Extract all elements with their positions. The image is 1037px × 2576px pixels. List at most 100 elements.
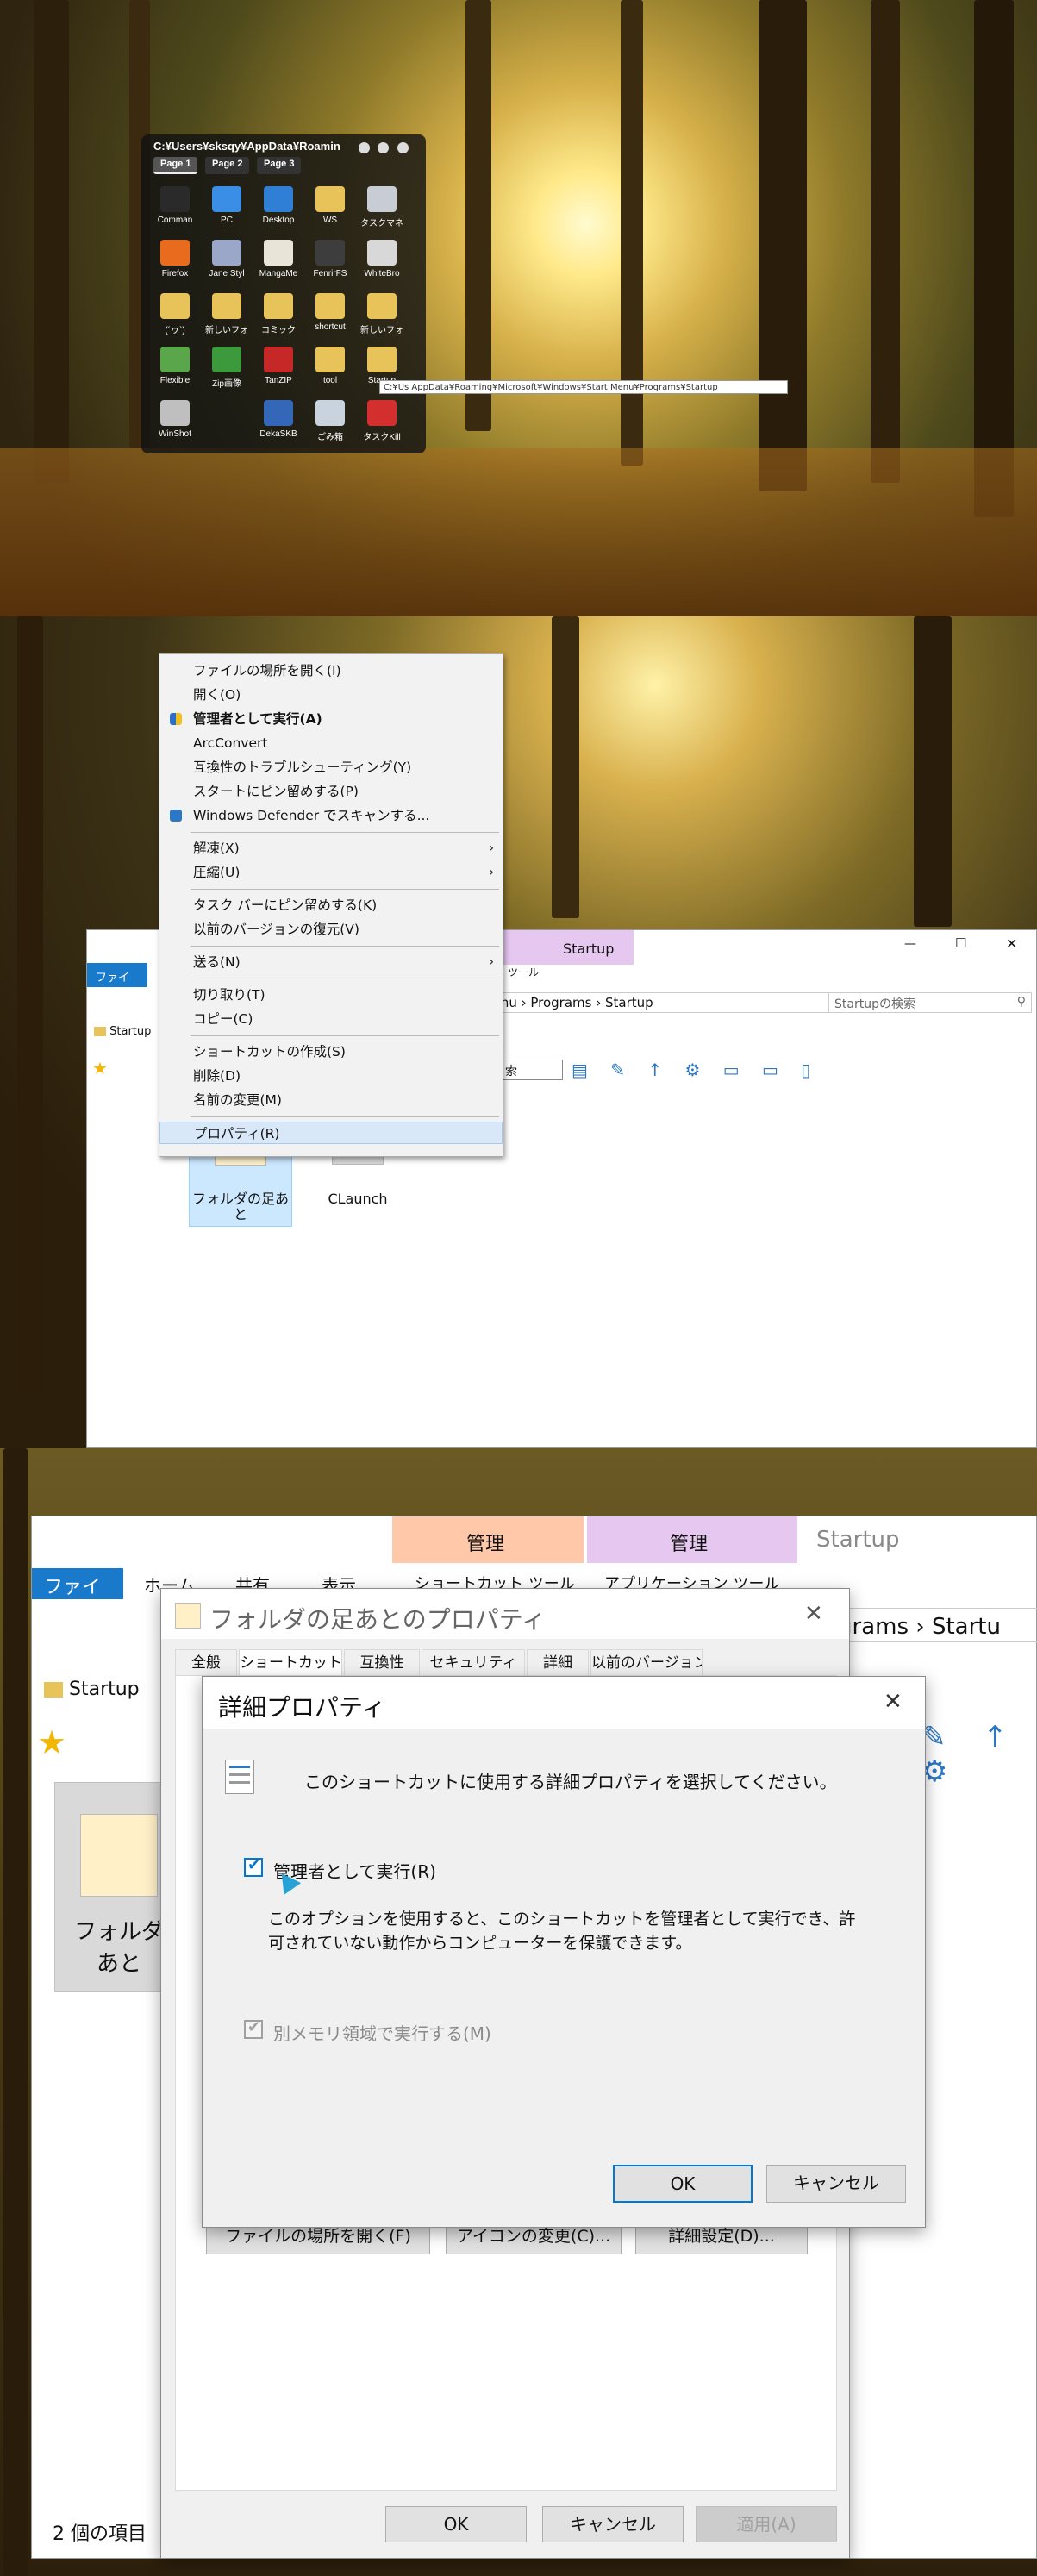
- ok-button[interactable]: OK: [385, 2506, 527, 2542]
- launcher-dot-2[interactable]: [378, 142, 389, 153]
- close-button[interactable]: ✕: [884, 1689, 903, 1715]
- nav-item-startup[interactable]: Startup: [44, 1679, 140, 1700]
- launcher-item[interactable]: FenrirFS: [305, 234, 355, 288]
- jane-style-icon: [212, 240, 241, 266]
- search-field-text: 索: [505, 1065, 517, 1079]
- launcher-item-label: 新しいフォ: [360, 326, 403, 335]
- menu-item[interactable]: ショートカットの作成(S): [159, 1041, 503, 1063]
- launcher-item[interactable]: ごみ箱: [305, 395, 355, 448]
- launcher-item-label: Firefox: [161, 269, 189, 278]
- launcher-item[interactable]: MangaMe: [253, 234, 303, 288]
- launcher-item-label: タスクKill: [363, 433, 401, 442]
- menu-item[interactable]: 互換性のトラブルシューティング(Y): [159, 756, 503, 778]
- run-as-admin-checkbox[interactable]: ✔: [244, 1856, 263, 1877]
- launcher-item[interactable]: Comman: [150, 181, 200, 234]
- menu-item[interactable]: 管理者として実行(A): [159, 708, 503, 730]
- tab-5[interactable]: 以前のバージョン: [590, 1649, 703, 1675]
- close-button[interactable]: ✕: [804, 1601, 823, 1627]
- launcher-item[interactable]: 新しいフォ: [357, 288, 407, 341]
- launcher-item[interactable]: Jane Styl: [202, 234, 252, 288]
- menu-item[interactable]: 切り取り(T): [159, 984, 503, 1006]
- launcher-item[interactable]: 新しいフォ: [202, 288, 252, 341]
- menu-item[interactable]: プロパティ(R): [159, 1122, 503, 1144]
- menu-item[interactable]: 削除(D): [159, 1065, 503, 1087]
- close-button[interactable]: ✕: [1006, 935, 1017, 952]
- folder-icon: [160, 293, 190, 319]
- menu-item-label: タスク バーにピン留めする(K): [193, 897, 378, 913]
- menu-item[interactable]: 解凍(X) ›: [159, 837, 503, 860]
- folder-icon: [264, 293, 293, 319]
- launcher-item[interactable]: WS: [305, 181, 355, 234]
- launcher-item[interactable]: Zip画像: [202, 341, 252, 395]
- menu-item-label: ショートカットの作成(S): [193, 1044, 346, 1060]
- menu-item[interactable]: コピー(C): [159, 1008, 503, 1030]
- file-tab[interactable]: ファイル: [87, 963, 147, 1001]
- folder-icon: [315, 347, 345, 372]
- launcher-item-label: shortcut: [315, 322, 346, 332]
- launcher-tab-page1[interactable]: Page 1: [153, 157, 198, 174]
- minimize-button[interactable]: —: [904, 937, 916, 951]
- launcher-item-label: TanZIP: [265, 376, 292, 385]
- tab-4[interactable]: 詳細: [527, 1649, 589, 1675]
- search-field-partial[interactable]: 索: [501, 1060, 563, 1080]
- file-tab[interactable]: ファイル: [32, 1568, 123, 1626]
- ok-button[interactable]: OK: [613, 2165, 753, 2203]
- quick-access-star-icon[interactable]: ★: [92, 1058, 108, 1079]
- launcher-item[interactable]: shortcut: [305, 288, 355, 341]
- launcher-dot-1[interactable]: [359, 142, 370, 153]
- toolbar-icons: ✎ ↑ ⚙: [921, 1720, 1021, 1789]
- menu-item[interactable]: 以前のバージョンの復元(V): [159, 918, 503, 941]
- menu-item[interactable]: ファイルの場所を開く(I): [159, 660, 503, 682]
- menu-separator: [191, 946, 499, 947]
- folder-icon: [367, 293, 397, 319]
- folder-icon: [315, 186, 345, 212]
- menu-item[interactable]: 圧縮(U) ›: [159, 861, 503, 884]
- launcher-item[interactable]: TanZIP: [253, 341, 303, 395]
- folder-icon: [44, 1682, 63, 1698]
- launcher-item[interactable]: タスクマネ: [357, 181, 407, 234]
- nav-item-startup[interactable]: Startup: [94, 1025, 151, 1038]
- white-browser-icon: [367, 240, 397, 266]
- menu-item[interactable]: スタートにピン留めする(P): [159, 780, 503, 803]
- launcher-item[interactable]: tool: [305, 341, 355, 395]
- menu-item[interactable]: ArcConvert: [159, 732, 503, 754]
- launcher-tab-page3[interactable]: Page 3: [257, 157, 302, 174]
- launcher-item[interactable]: Firefox: [150, 234, 200, 288]
- chevron-right-icon: ›: [489, 866, 494, 879]
- menu-item[interactable]: 開く(O): [159, 684, 503, 706]
- zip-image-icon: [212, 347, 241, 372]
- launcher-item[interactable]: タスクKill: [357, 395, 407, 448]
- separate-memory-label: 別メモリ領域で実行する(M): [273, 2023, 491, 2044]
- search-box[interactable]: Startupの検索 ⚲: [828, 992, 1032, 1013]
- menu-item[interactable]: タスク バーにピン留めする(K): [159, 894, 503, 916]
- status-bar: 2 個の項目: [53, 2523, 147, 2545]
- menu-item-label: プロパティ(R): [194, 1126, 280, 1141]
- launcher-tab-page2[interactable]: Page 2: [205, 157, 250, 174]
- launcher-item[interactable]: PC: [202, 181, 252, 234]
- launcher-item[interactable]: WinShot: [150, 395, 200, 448]
- tab-0[interactable]: 全般: [175, 1649, 237, 1675]
- tab-2[interactable]: 互換性: [344, 1649, 420, 1675]
- launcher-item[interactable]: Flexible: [150, 341, 200, 395]
- tab-1[interactable]: ショートカット: [239, 1649, 342, 1675]
- launcher-item[interactable]: DekaSKB: [253, 395, 303, 448]
- menu-item[interactable]: Windows Defender でスキャンする...: [159, 804, 503, 827]
- launcher-item[interactable]: コミック: [253, 288, 303, 341]
- apply-button: 適用(A): [696, 2506, 837, 2542]
- quick-access-star-icon[interactable]: ★: [37, 1723, 66, 1761]
- terminal-icon: [160, 186, 190, 212]
- description-text: このショートカットに使用する詳細プロパティを選択してください。: [304, 1772, 837, 1792]
- menu-item[interactable]: 名前の変更(M): [159, 1089, 503, 1111]
- cancel-button[interactable]: キャンセル: [542, 2506, 684, 2542]
- launcher-item[interactable]: WhiteBro: [357, 234, 407, 288]
- menu-item[interactable]: 送る(N) ›: [159, 951, 503, 973]
- cancel-button[interactable]: キャンセル: [766, 2165, 906, 2203]
- launcher-item-label: WhiteBro: [364, 269, 400, 278]
- launcher-close-button[interactable]: [397, 142, 409, 153]
- folder-icon: [315, 293, 345, 319]
- folder-icon: [212, 293, 241, 319]
- launcher-item[interactable]: (´ヮ`): [150, 288, 200, 341]
- launcher-item[interactable]: Desktop: [253, 181, 303, 234]
- tab-3[interactable]: セキュリティ: [422, 1649, 525, 1675]
- maximize-button[interactable]: ☐: [955, 935, 966, 951]
